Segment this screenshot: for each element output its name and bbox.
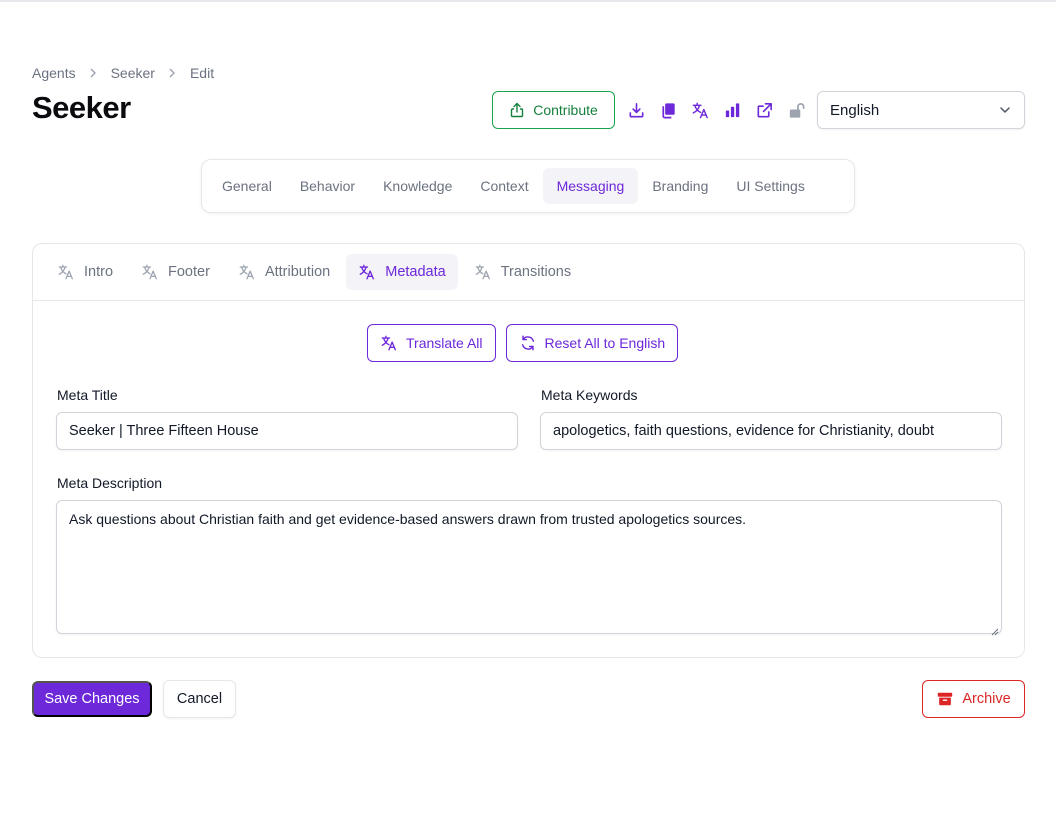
tab-messaging[interactable]: Messaging (542, 168, 639, 204)
header-icon-buttons (620, 94, 812, 126)
breadcrumb-edit: Edit (189, 65, 215, 81)
meta-title-input[interactable]: Seeker | Three Fifteen House (56, 412, 518, 450)
translation-actions: Translate All Reset All to English (367, 324, 679, 362)
page-title: Seeker (32, 90, 131, 125)
tab-context[interactable]: Context (466, 168, 542, 204)
meta-description-value: Ask questions about Christian faith and … (69, 511, 747, 527)
translate-all-label: Translate All (406, 335, 483, 351)
cancel-button[interactable]: Cancel (163, 680, 236, 718)
contribute-label: Contribute (533, 102, 598, 118)
save-changes-button[interactable]: Save Changes (32, 681, 152, 717)
archive-icon (936, 690, 954, 708)
chevron-right-icon (76, 68, 111, 78)
subtab-label: Footer (168, 264, 210, 280)
chevron-right-icon (155, 68, 190, 78)
meta-description-textarea[interactable]: Ask questions about Christian faith and … (56, 500, 1002, 636)
meta-keywords-label: Meta Keywords (541, 387, 638, 403)
language-value: English (830, 101, 880, 119)
language-select[interactable]: English (817, 91, 1025, 129)
translate-icon (358, 263, 376, 281)
subtab-transitions[interactable]: Transitions (462, 254, 583, 290)
subtab-metadata[interactable]: Metadata (346, 254, 458, 290)
reset-all-button[interactable]: Reset All to English (505, 324, 679, 362)
resize-handle-icon[interactable] (991, 623, 999, 636)
translate-all-button[interactable]: Translate All (367, 324, 496, 362)
subtab-label: Transitions (500, 264, 572, 280)
subtab-footer[interactable]: Footer (129, 254, 222, 290)
download-icon[interactable] (620, 94, 652, 126)
copy-icon[interactable] (652, 94, 684, 126)
share-upload-icon (509, 102, 525, 118)
subtab-attribution[interactable]: Attribution (226, 254, 342, 290)
contribute-button[interactable]: Contribute (492, 91, 615, 129)
translate-icon (141, 263, 159, 281)
subtab-label: Intro (84, 264, 114, 280)
unlock-icon[interactable] (780, 94, 812, 126)
tab-branding[interactable]: Branding (638, 168, 722, 204)
translate-icon (238, 263, 256, 281)
meta-title-label: Meta Title (57, 387, 118, 403)
subtab-intro[interactable]: Intro (45, 254, 125, 290)
tab-knowledge[interactable]: Knowledge (369, 168, 466, 204)
meta-description-label: Meta Description (57, 475, 163, 491)
external-link-icon[interactable] (748, 94, 780, 126)
translate-icon (474, 263, 492, 281)
translate-icon (380, 334, 398, 352)
breadcrumb: Agents Seeker Edit (32, 65, 214, 81)
subtab-label: Attribution (264, 264, 331, 280)
bar-chart-icon[interactable] (716, 94, 748, 126)
messaging-card: Intro Footer Attribution Metadata Transi… (32, 243, 1025, 658)
archive-label: Archive (962, 691, 1011, 707)
breadcrumb-agents[interactable]: Agents (32, 65, 76, 81)
refresh-icon (519, 334, 537, 352)
tab-general[interactable]: General (208, 168, 286, 204)
translate-icon[interactable] (684, 94, 716, 126)
tab-behavior[interactable]: Behavior (286, 168, 369, 204)
translate-icon (57, 263, 75, 281)
main-tabs: General Behavior Knowledge Context Messa… (201, 159, 855, 213)
tab-ui-settings[interactable]: UI Settings (722, 168, 818, 204)
top-divider (0, 0, 1056, 2)
breadcrumb-seeker[interactable]: Seeker (111, 65, 155, 81)
header-actions: Contribute (492, 91, 615, 129)
chevron-down-icon (998, 103, 1012, 117)
subtab-label: Metadata (385, 264, 446, 280)
archive-button[interactable]: Archive (922, 680, 1025, 718)
sub-tabs: Intro Footer Attribution Metadata Transi… (33, 244, 1024, 301)
meta-keywords-input[interactable]: apologetics, faith questions, evidence f… (540, 412, 1002, 450)
reset-all-label: Reset All to English (544, 335, 666, 351)
